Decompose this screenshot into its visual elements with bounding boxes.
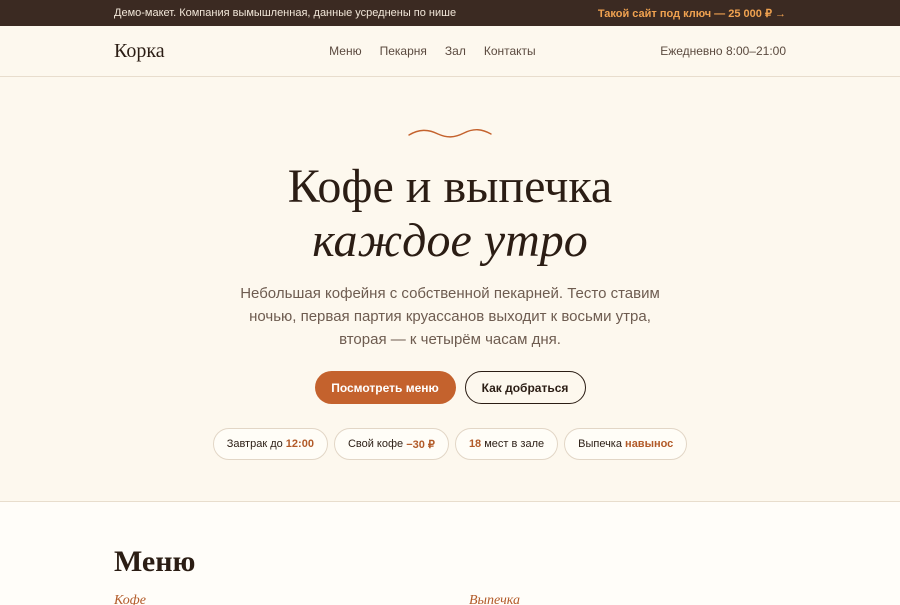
chip-text: Свой кофе [347,438,404,450]
chip-text: Выпечка [578,438,622,450]
hero-actions: Посмотреть меню Как добраться [0,371,900,404]
wave-ornament-icon [408,129,492,138]
view-menu-button[interactable]: Посмотреть меню [314,371,456,404]
hero-title-italic: каждое утро [312,214,588,267]
hero-title: Кофе и выпечка [287,160,613,213]
menu-section: Меню Кофе Выпечка [0,502,900,605]
menu-category-coffee: Кофе [114,593,146,605]
feature-chip-breakfast: Завтрак до 12:00 [212,428,328,460]
chip-accent: 12:00 [285,438,314,450]
feature-chip-seats: 18 мест в зале [454,428,559,460]
hero-section: Кофе и выпечка каждое утро Небольшая коф… [0,77,900,502]
nav-item-hall[interactable]: Зал [445,44,466,58]
hero-lead: Небольшая кофейня с собственной пекарней… [240,285,660,348]
menu-title: Меню [114,545,196,578]
feature-chip-takeaway: Выпечка навынос [564,428,688,460]
feature-chip-own-cup: Свой кофе −30 ₽ [333,428,449,460]
chip-accent: −30 ₽ [406,438,435,451]
demo-disclaimer: Демо-макет. Компания вымышленная, данные… [114,7,457,19]
site-header: Корка Меню Пекарня Зал Контакты Ежедневн… [0,26,900,77]
chip-accent: 18 [468,438,482,450]
chip-text: Завтрак до [226,438,283,450]
opening-hours: Ежедневно 8:00–21:00 [660,44,786,58]
demo-banner: Демо-макет. Компания вымышленная, данные… [0,0,900,26]
chip-text: мест в зале [481,438,545,450]
nav-item-bakery[interactable]: Пекарня [380,44,427,58]
directions-button[interactable]: Как добраться [464,371,586,404]
logo[interactable]: Корка [114,40,165,63]
nav-item-menu[interactable]: Меню [329,44,361,58]
promo-link[interactable]: Такой сайт под ключ — 25 000 ₽ → [598,7,786,20]
chip-accent: навынос [625,438,674,450]
nav-item-contacts[interactable]: Контакты [484,44,536,58]
main-nav: Меню Пекарня Зал Контакты [329,44,536,58]
menu-category-bakery: Выпечка [469,593,520,605]
feature-chips: Завтрак до 12:00 Свой кофе −30 ₽ 18 мест… [0,428,900,460]
